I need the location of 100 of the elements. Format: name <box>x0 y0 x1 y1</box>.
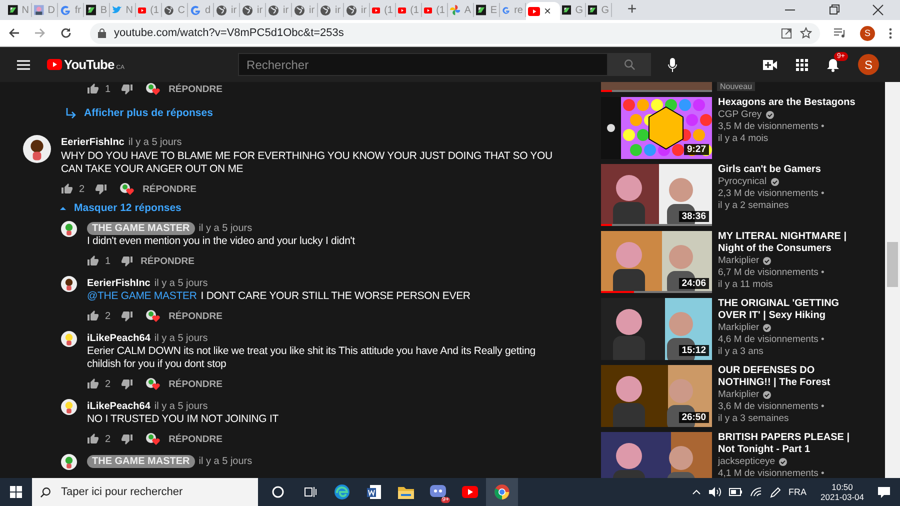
video-camera-icon[interactable] <box>763 60 777 70</box>
edge-icon[interactable] <box>334 484 350 500</box>
menu-icon[interactable] <box>889 28 892 38</box>
avatar[interactable] <box>61 276 77 292</box>
logo-text[interactable]: YouTube <box>64 57 114 72</box>
author-name[interactable]: EerierFishInc <box>61 136 124 148</box>
notification-icon[interactable] <box>878 486 890 498</box>
wifi-icon[interactable] <box>750 487 762 497</box>
scrollbar-thumb[interactable] <box>887 242 898 287</box>
lock-icon[interactable] <box>98 28 106 38</box>
comment-time[interactable]: il y a 5 jours <box>198 222 252 234</box>
play-logo-icon[interactable] <box>47 59 62 70</box>
video-title[interactable]: MY LITERAL NIGHTMARE | Night of the Consumers <box>718 231 858 255</box>
new-tab-button[interactable]: + <box>618 0 646 20</box>
dislike-icon[interactable] <box>120 433 133 445</box>
globe-icon <box>164 4 174 16</box>
search-icon[interactable] <box>40 486 51 498</box>
search-field[interactable]: Rechercher <box>238 53 608 76</box>
open-external-icon[interactable] <box>781 28 792 38</box>
profile-avatar[interactable]: S <box>860 26 875 40</box>
dislike-icon[interactable] <box>120 255 133 267</box>
star-icon[interactable] <box>800 27 812 39</box>
cortana-icon[interactable] <box>272 486 284 498</box>
video-title[interactable]: Hexagons are the Bestagons <box>718 97 858 109</box>
channel-name[interactable]: Markiplier <box>718 322 760 334</box>
address-field[interactable]: youtube.com/watch?v=V8mPC5d1Obc&t=253s <box>90 22 820 44</box>
avatar[interactable] <box>61 399 77 415</box>
chrome-icon[interactable] <box>494 484 510 500</box>
speaker-icon[interactable] <box>708 487 721 497</box>
channel-name[interactable]: Markiplier <box>718 255 760 267</box>
browser-tab[interactable]: × <box>526 2 560 20</box>
comment-time[interactable]: il y a 5 jours <box>154 400 208 412</box>
dislike-icon[interactable] <box>94 183 107 195</box>
url-input[interactable]: youtube.com/watch?v=V8mPC5d1Obc&t=253s <box>114 27 773 39</box>
like-icon[interactable] <box>87 255 99 267</box>
channel-name[interactable]: Pyrocynical <box>718 176 767 188</box>
upload-age: il y a 4 mois <box>718 133 770 145</box>
pen-icon[interactable] <box>770 486 781 498</box>
account-avatar[interactable]: S <box>858 54 879 75</box>
taskbar-search-field[interactable]: Taper ici pour rechercher <box>32 478 258 506</box>
like-count: 2 <box>79 184 85 194</box>
clock[interactable]: 10:50 2021-03-04 <box>820 482 864 502</box>
dislike-icon[interactable] <box>120 83 133 95</box>
apps-grid-icon[interactable] <box>796 58 808 70</box>
document-icon[interactable] <box>366 484 382 500</box>
g-icon <box>60 4 71 16</box>
reload-icon[interactable] <box>60 27 72 39</box>
comment-time[interactable]: il y a 5 jours <box>128 136 182 148</box>
channel-name[interactable]: CGP Grey <box>718 109 762 121</box>
author-name[interactable]: iLikePeach64 <box>87 400 150 412</box>
avatar[interactable] <box>61 331 77 347</box>
like-icon[interactable] <box>61 183 73 195</box>
task-view-icon[interactable] <box>304 486 316 498</box>
comment-time[interactable]: il y a 5 jours <box>154 278 208 288</box>
video-title[interactable]: BRITISH PAPERS PLEASE | Not Tonight - Part 1 <box>718 432 858 456</box>
comment-text: WHY DO YOU HAVE TO BLAME ME FOR EVERTHINHG YOU KNOW YOUR JUST DOING THAT SO YOU CAN TAKE YOUR ANGER OUT ON ME <box>61 150 554 176</box>
folder-icon[interactable] <box>398 485 414 499</box>
comment-time[interactable]: il y a 5 jours <box>198 456 252 466</box>
search-button[interactable] <box>608 53 651 76</box>
globe-icon <box>268 4 279 16</box>
dislike-icon[interactable] <box>120 378 133 390</box>
like-icon[interactable] <box>87 433 99 445</box>
show-more-replies-link[interactable]: Afficher plus de réponses <box>66 106 213 120</box>
author-name[interactable]: iLikePeach64 <box>87 332 150 344</box>
reply-button[interactable]: RÉPONDRE <box>168 310 222 322</box>
youtube-icon[interactable] <box>462 486 478 498</box>
video-thumbnail[interactable] <box>601 82 712 92</box>
battery-icon[interactable] <box>728 488 742 496</box>
bell-icon[interactable] <box>827 58 839 72</box>
reply-button[interactable]: RÉPONDRE <box>168 378 222 390</box>
avatar[interactable] <box>23 135 51 163</box>
like-icon[interactable] <box>87 378 99 390</box>
windows-start-icon[interactable] <box>10 486 22 498</box>
video-title[interactable]: OUR DEFENSES DO NOTHING!! | The Forest <box>718 365 858 389</box>
avatar[interactable] <box>61 221 77 237</box>
playlist-icon[interactable] <box>834 28 846 38</box>
back-icon[interactable] <box>8 27 20 39</box>
mention-link[interactable]: @THE GAME MASTER <box>87 290 197 302</box>
dislike-icon[interactable] <box>120 310 133 322</box>
video-title[interactable]: Girls can't be Gamers <box>718 164 858 176</box>
reply-button[interactable]: RÉPONDRE <box>140 256 194 266</box>
reply-button[interactable]: RÉPONDRE <box>142 184 196 194</box>
reply-button[interactable]: RÉPONDRE <box>168 84 222 94</box>
video-duration: 15:12 <box>678 345 709 356</box>
author-name[interactable]: EerierFishInc <box>87 278 150 288</box>
channel-name[interactable]: jacksepticeye <box>718 456 776 468</box>
comment-time[interactable]: il y a 5 jours <box>154 332 208 344</box>
hide-replies-link[interactable]: Masquer 12 réponses <box>60 201 182 215</box>
upload-age: il y a 3 semaines <box>718 413 790 425</box>
channel-name[interactable]: Markiplier <box>718 389 760 401</box>
like-icon[interactable] <box>87 83 99 95</box>
reply-button[interactable]: RÉPONDRE <box>168 434 222 444</box>
input-language[interactable]: FRA <box>788 487 807 497</box>
like-icon[interactable] <box>87 310 99 322</box>
menu-icon[interactable] <box>17 60 30 70</box>
microphone-icon[interactable] <box>668 58 677 72</box>
avatar[interactable] <box>61 454 77 470</box>
video-title[interactable]: THE ORIGINAL 'GETTING OVER IT' | Sexy Hiking <box>718 298 858 322</box>
chevron-up-icon[interactable] <box>692 489 701 495</box>
search-input[interactable]: Taper ici pour rechercher <box>59 485 258 499</box>
